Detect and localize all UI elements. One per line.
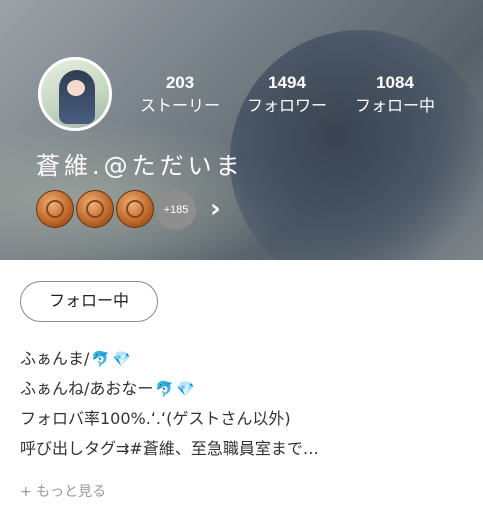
bio: ふぁんま/ 🐬 💎 ふぁんね/あおなー 🐬 💎 フォロバ率100%.ʻ.ʻ(ゲス…	[20, 344, 470, 464]
see-more-link[interactable]: + もっと見る	[20, 481, 106, 501]
bio-line-text: 呼び出しタグ⇉#蒼維、至急職員室まで…	[20, 439, 319, 458]
stat-followers-label: フォロワー	[246, 96, 327, 115]
avatar-face	[67, 80, 85, 96]
stat-stories-label: ストーリー	[139, 96, 220, 115]
gem-icon: 💎	[112, 350, 131, 368]
badge-icon	[36, 190, 74, 228]
dolphin-icon: 🐬	[155, 380, 175, 398]
bio-line-text: ふぁんま/	[20, 349, 90, 368]
avatar-figure	[59, 70, 95, 124]
bio-line: ふぁんね/あおなー 🐬 💎	[20, 374, 470, 404]
stat-following-label: フォロー中	[354, 96, 435, 115]
dolphin-icon: 🐬	[91, 350, 111, 368]
gem-icon: 💎	[176, 380, 195, 398]
following-button[interactable]: フォロー中	[20, 281, 158, 322]
stat-following-count: 1084	[376, 73, 414, 92]
badge-icon	[76, 190, 114, 228]
stat-stories-count: 203	[165, 73, 195, 92]
stat-followers-count: 1494	[268, 73, 306, 92]
stat-stories[interactable]: 203 ストーリー	[134, 74, 226, 117]
bio-line: ふぁんま/ 🐬 💎	[20, 344, 470, 374]
bio-line-text: ふぁんね/あおなー	[20, 379, 154, 398]
bio-line: 呼び出しタグ⇉#蒼維、至急職員室まで…	[20, 434, 470, 464]
stat-followers[interactable]: 1494 フォロワー	[240, 74, 334, 117]
profile-name: 蒼維.@ただいま	[36, 152, 244, 180]
stat-following[interactable]: 1084 フォロー中	[348, 74, 442, 117]
bio-line: フォロバ率100%.ʻ.ʻ(ゲストさん以外)	[20, 404, 470, 434]
badge-icon	[116, 190, 154, 228]
avatar[interactable]	[38, 57, 112, 131]
badge-extra-count: +185	[156, 190, 196, 230]
bio-line-text: フォロバ率100%.ʻ.ʻ(ゲストさん以外)	[20, 409, 291, 428]
profile-header-background: 203 ストーリー 1494 フォロワー 1084 フォロー中 蒼維.@ただいま…	[0, 0, 483, 260]
chevron-right-icon[interactable]: ›	[210, 194, 221, 224]
